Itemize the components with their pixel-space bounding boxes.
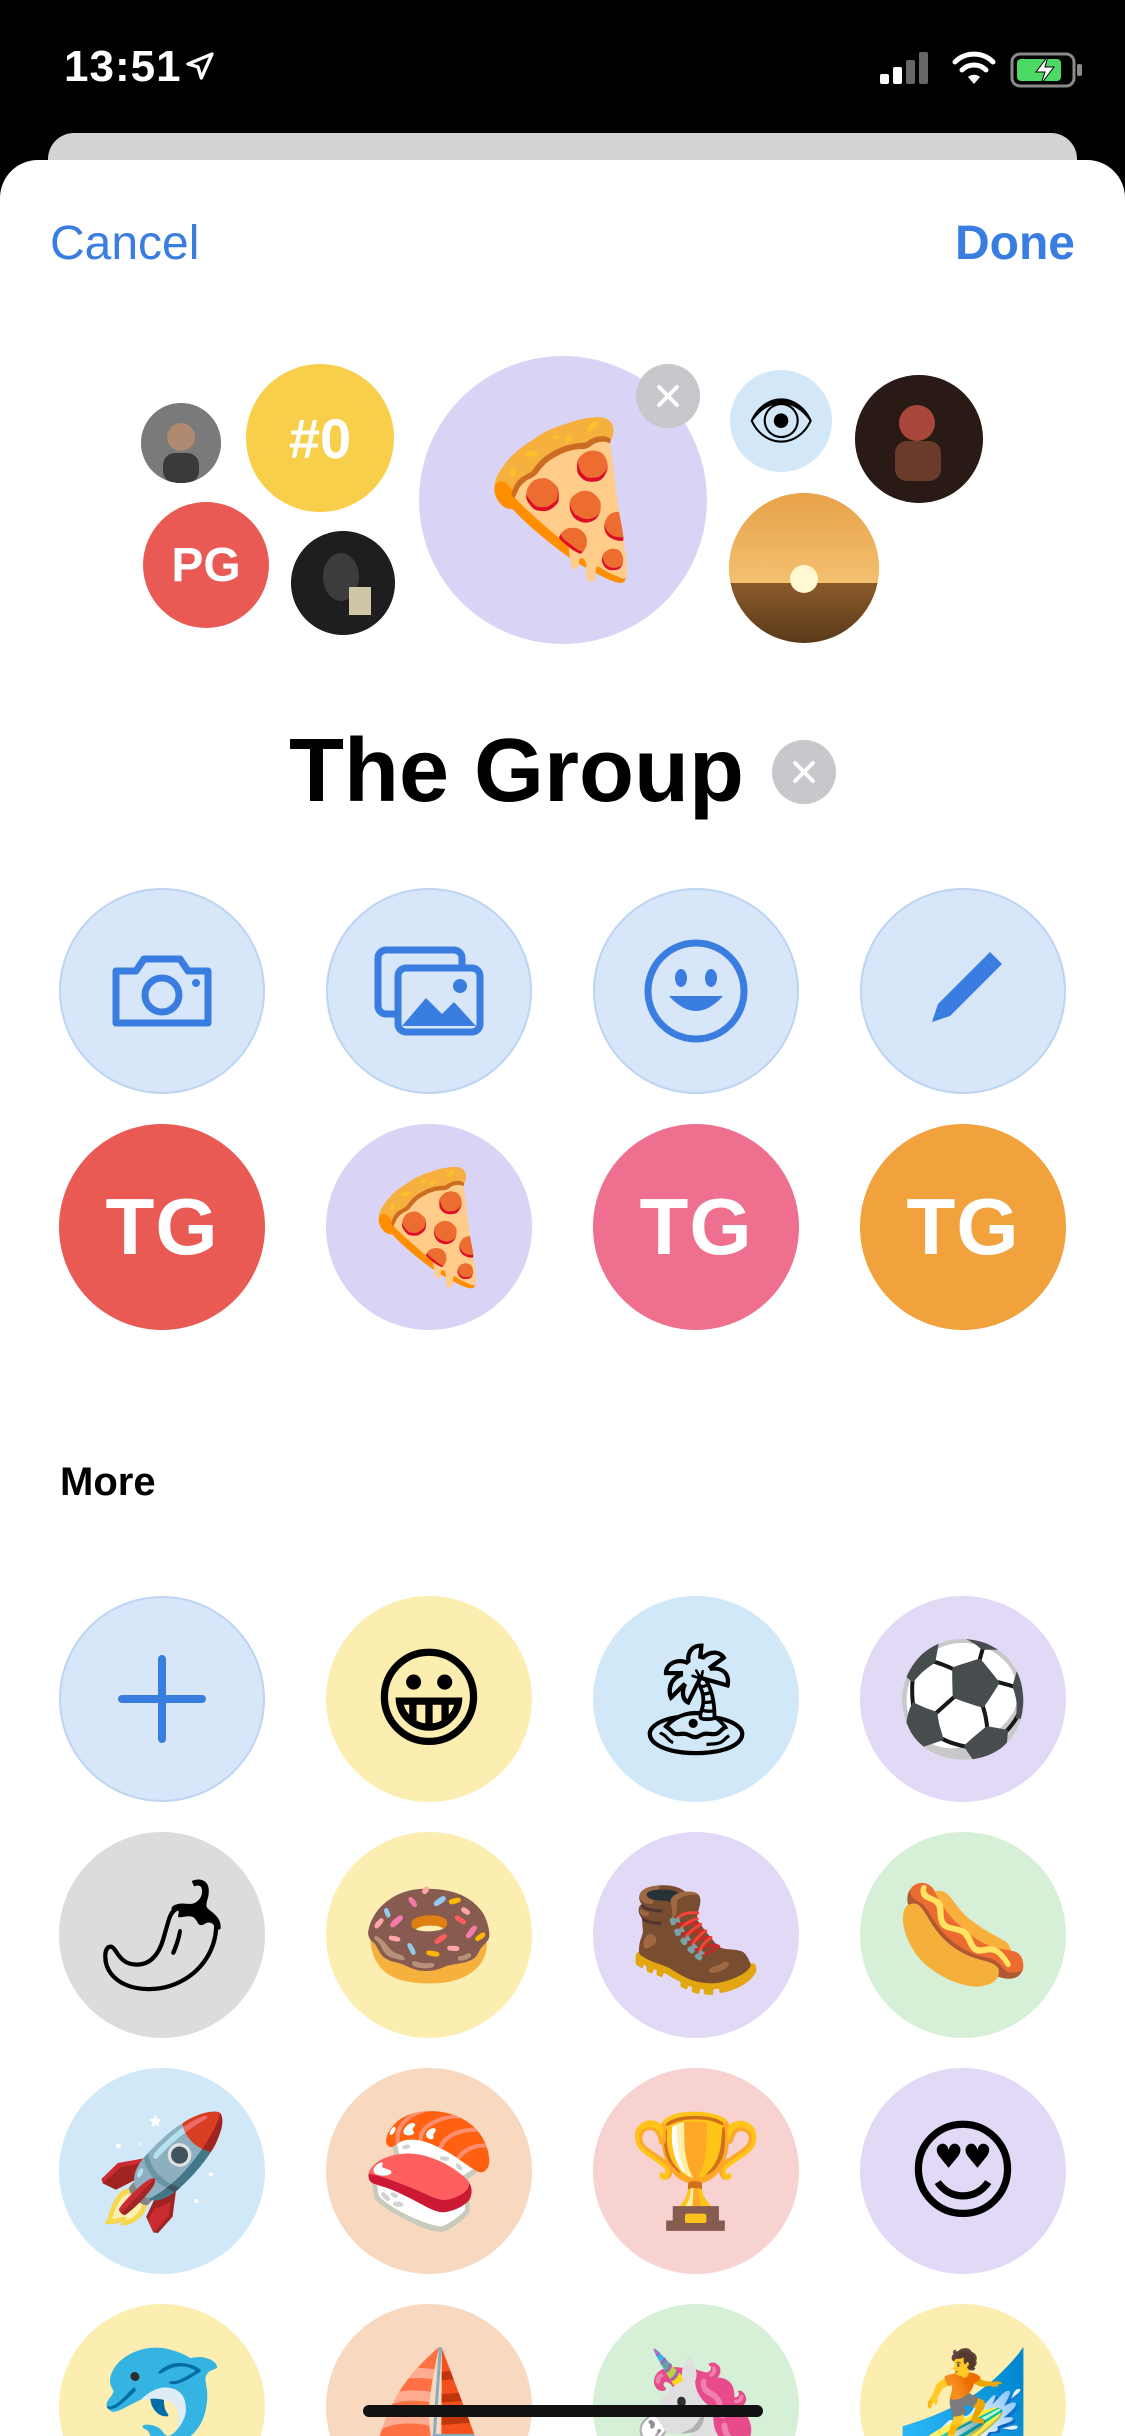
member-avatar-photo	[855, 375, 983, 503]
photos-button[interactable]	[326, 888, 532, 1094]
done-button[interactable]: Done	[955, 216, 1075, 271]
clear-name-button[interactable]	[771, 739, 836, 804]
emoji-button[interactable]	[593, 888, 799, 1094]
suggestion-initials[interactable]: TG	[860, 1124, 1066, 1330]
suggestion-initials[interactable]: TG	[593, 1124, 799, 1330]
pencil-button[interactable]	[860, 888, 1066, 1094]
emoji-option[interactable]: 😍	[860, 2068, 1066, 2274]
emoji-option[interactable]: 🌭	[860, 1832, 1066, 2038]
suggestion-emoji[interactable]: 🍕	[326, 1124, 532, 1330]
close-icon	[792, 760, 815, 783]
member-avatar-initials: #0	[246, 364, 394, 512]
remove-photo-button[interactable]	[636, 364, 700, 428]
emoji-option[interactable]: 🐬	[59, 2304, 265, 2436]
status-bar: 13:51	[0, 0, 1125, 140]
member-avatar-photo	[729, 493, 879, 643]
location-arrow-icon	[184, 50, 216, 87]
emoji-option[interactable]: 🚀	[59, 2068, 265, 2274]
emoji-option[interactable]: ⚽	[860, 1596, 1066, 1802]
emoji-option[interactable]: 🥾	[593, 1832, 799, 2038]
photos-icon	[374, 946, 484, 1036]
emoji-option[interactable]: 🏄	[860, 2304, 1066, 2436]
member-avatar-photo	[291, 531, 395, 635]
add-emoji-button[interactable]	[59, 1596, 265, 1802]
emoji-option[interactable]: 🍣	[326, 2068, 532, 2274]
emoji-option[interactable]: 🏝	[593, 1596, 799, 1802]
edit-group-sheet: Cancel Done #0 PG 🍕 👁 The Group TG 🍕 TG …	[0, 160, 1125, 2436]
status-time: 13:51	[64, 42, 182, 91]
member-avatar-initials: PG	[143, 502, 269, 628]
camera-icon	[112, 955, 212, 1027]
more-section-title: More	[60, 1460, 156, 1504]
cancel-button[interactable]: Cancel	[50, 216, 199, 271]
group-name-field[interactable]: The Group	[289, 720, 744, 823]
emoji-option[interactable]: 🏆	[593, 2068, 799, 2274]
emoji-option[interactable]: 🍩	[326, 1832, 532, 2038]
member-avatar-emoji: 👁	[730, 370, 832, 472]
emoji-option[interactable]: 🌶	[59, 1832, 265, 2038]
suggestion-initials[interactable]: TG	[59, 1124, 265, 1330]
emoji-option[interactable]: 😀	[326, 1596, 532, 1802]
emoji-icon	[644, 939, 748, 1043]
plus-icon	[118, 1655, 206, 1743]
close-icon	[657, 385, 679, 407]
member-avatar-photo	[141, 403, 221, 483]
battery-charging-icon	[1010, 52, 1084, 93]
group-name-row: The Group	[0, 720, 1125, 823]
pencil-icon	[932, 952, 1002, 1022]
wifi-icon	[950, 50, 998, 91]
cellular-signal-icon	[880, 52, 932, 91]
home-indicator[interactable]	[363, 2405, 763, 2417]
camera-button[interactable]	[59, 888, 265, 1094]
